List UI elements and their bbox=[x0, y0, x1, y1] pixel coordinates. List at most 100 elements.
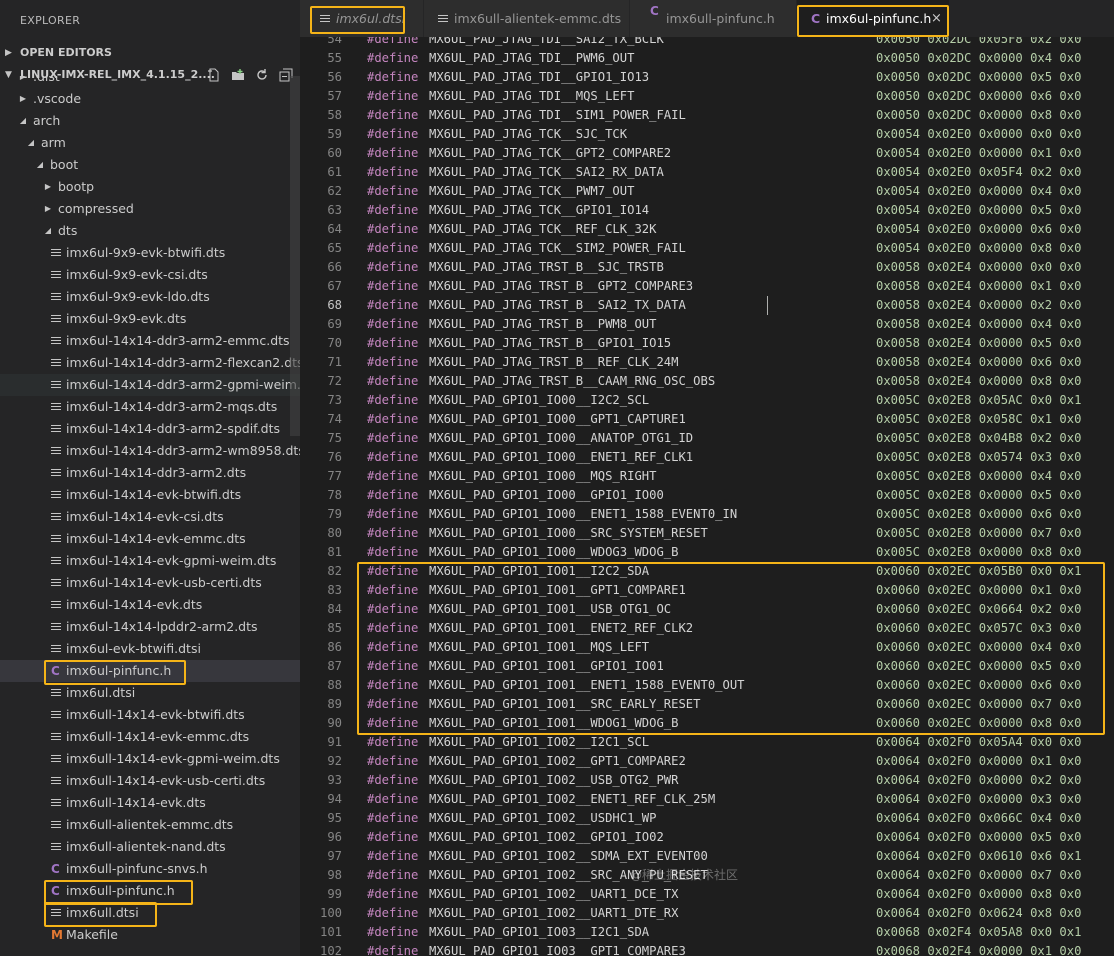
tree-file[interactable]: imx6ull-14x14-evk-usb-certi.dts bbox=[0, 770, 300, 792]
tree-file[interactable]: imx6ul-14x14-ddr3-arm2-gpmi-weim.... bbox=[0, 374, 300, 396]
code-line[interactable]: 88 #define MX6UL_PAD_GPIO1_IO01__ENET1_158… bbox=[300, 676, 1114, 695]
code-line[interactable]: 61 #define MX6UL_PAD_JTAG_TCK__SAI2_RX_DAT… bbox=[300, 163, 1114, 182]
tree-folder[interactable]: ▶ .vscode bbox=[0, 88, 300, 110]
code-line[interactable]: 83 #define MX6UL_PAD_GPIO1_IO01__GPT1_COMP… bbox=[300, 581, 1114, 600]
tree-file[interactable]: imx6ul-14x14-evk-emmc.dts bbox=[0, 528, 300, 550]
code-line[interactable]: 79 #define MX6UL_PAD_GPIO1_IO00__ENET1_158… bbox=[300, 505, 1114, 524]
tree-file[interactable]: imx6ul-14x14-ddr3-arm2.dts bbox=[0, 462, 300, 484]
tab-imx6ul-dtsi[interactable]: imx6ul.dtsi bbox=[300, 0, 423, 37]
tree-folder[interactable]: ◢ arm bbox=[0, 132, 300, 154]
code-line[interactable]: 78 #define MX6UL_PAD_GPIO1_IO00__GPIO1_IO0… bbox=[300, 486, 1114, 505]
code-line[interactable]: 93 #define MX6UL_PAD_GPIO1_IO02__USB_OTG2_… bbox=[300, 771, 1114, 790]
tree-file[interactable]: Cimx6ul-pinfunc.h bbox=[0, 660, 300, 682]
tree-file[interactable]: imx6ull-14x14-evk-gpmi-weim.dts bbox=[0, 748, 300, 770]
code-line[interactable]: 60 #define MX6UL_PAD_JTAG_TCK__GPT2_COMPAR… bbox=[300, 144, 1114, 163]
code-line[interactable]: 55 #define MX6UL_PAD_JTAG_TDI__PWM6_OUT 0x0… bbox=[300, 49, 1114, 68]
tree-file[interactable]: imx6ull-alientek-emmc.dts bbox=[0, 814, 300, 836]
code-line[interactable]: 82 #define MX6UL_PAD_GPIO1_IO01__I2C2_SDA 0… bbox=[300, 562, 1114, 581]
code-line[interactable]: 96 #define MX6UL_PAD_GPIO1_IO02__GPIO1_IO0… bbox=[300, 828, 1114, 847]
tree-item-label: imx6ul-14x14-ddr3-arm2-gpmi-weim.... bbox=[66, 377, 300, 392]
sidebar-scrollbar[interactable] bbox=[290, 76, 300, 436]
tab-imx6ul-pinfunc[interactable]: C imx6ul-pinfunc.h × bbox=[797, 0, 949, 37]
code-line[interactable]: 101 #define MX6UL_PAD_GPIO1_IO03__I2C1_SDA… bbox=[300, 923, 1114, 942]
tree-file[interactable]: imx6ul-14x14-evk-gpmi-weim.dts bbox=[0, 550, 300, 572]
code-line[interactable]: 57 #define MX6UL_PAD_JTAG_TDI__MQS_LEFT 0x0… bbox=[300, 87, 1114, 106]
tree-file[interactable]: Cimx6ull-pinfunc.h bbox=[0, 880, 300, 902]
code-line[interactable]: 77 #define MX6UL_PAD_GPIO1_IO00__MQS_RIGHT… bbox=[300, 467, 1114, 486]
code-line[interactable]: 56 #define MX6UL_PAD_JTAG_TDI__GPIO1_IO13 0… bbox=[300, 68, 1114, 87]
code-line[interactable]: 58 #define MX6UL_PAD_JTAG_TDI__SIM1_POWER_… bbox=[300, 106, 1114, 125]
tree-file[interactable]: imx6ul-14x14-ddr3-arm2-wm8958.dts bbox=[0, 440, 300, 462]
tree-file[interactable]: imx6ul-14x14-ddr3-arm2-spdif.dts bbox=[0, 418, 300, 440]
tab-imx6ull-alientek-emmc[interactable]: imx6ull-alientek-emmc.dts bbox=[424, 0, 629, 37]
code-line[interactable]: 62 #define MX6UL_PAD_JTAG_TCK__PWM7_OUT 0x0… bbox=[300, 182, 1114, 201]
code-line[interactable]: 95 #define MX6UL_PAD_GPIO1_IO02__USDHC1_WP… bbox=[300, 809, 1114, 828]
code-line[interactable]: 63 #define MX6UL_PAD_JTAG_TCK__GPIO1_IO14 0… bbox=[300, 201, 1114, 220]
tree-file[interactable]: imx6ull-14x14-evk.dts bbox=[0, 792, 300, 814]
code-line[interactable]: 67 #define MX6UL_PAD_JTAG_TRST_B__GPT2_COM… bbox=[300, 277, 1114, 296]
code-line[interactable]: 84 #define MX6UL_PAD_GPIO1_IO01__USB_OTG1_… bbox=[300, 600, 1114, 619]
code-line[interactable]: 68 #define MX6UL_PAD_JTAG_TRST_B__SAI2_TX_… bbox=[300, 296, 1114, 315]
tree-file[interactable]: imx6ull-14x14-evk-emmc.dts bbox=[0, 726, 300, 748]
tree-file[interactable]: imx6ul-14x14-evk-usb-certi.dts bbox=[0, 572, 300, 594]
code-line[interactable]: 64 #define MX6UL_PAD_JTAG_TCK__REF_CLK_32K… bbox=[300, 220, 1114, 239]
tree-file[interactable]: imx6ul-14x14-ddr3-arm2-flexcan2.dts bbox=[0, 352, 300, 374]
tree-file[interactable]: imx6ul-14x14-ddr3-arm2-emmc.dts bbox=[0, 330, 300, 352]
code-line[interactable]: 86 #define MX6UL_PAD_GPIO1_IO01__MQS_LEFT 0… bbox=[300, 638, 1114, 657]
code-line[interactable]: 102 #define MX6UL_PAD_GPIO1_IO03__GPT1_COM… bbox=[300, 942, 1114, 956]
tree-folder[interactable]: ◢ boot bbox=[0, 154, 300, 176]
code-line[interactable]: 66 #define MX6UL_PAD_JTAG_TRST_B__SJC_TRST… bbox=[300, 258, 1114, 277]
tree-file[interactable]: imx6ull-14x14-evk-btwifi.dts bbox=[0, 704, 300, 726]
tree-file[interactable]: imx6ul.dtsi bbox=[0, 682, 300, 704]
tree-file[interactable]: imx6ul-14x14-evk-btwifi.dts bbox=[0, 484, 300, 506]
code-line[interactable]: 70 #define MX6UL_PAD_JTAG_TRST_B__GPIO1_IO… bbox=[300, 334, 1114, 353]
tab-imx6ull-pinfunc[interactable]: C imx6ull-pinfunc.h bbox=[630, 0, 796, 37]
open-editors-section[interactable]: ▶ OPEN EDITORS bbox=[0, 42, 300, 64]
tree-file[interactable]: M Makefile bbox=[0, 924, 300, 946]
tree-file[interactable]: imx6ul-14x14-ddr3-arm2-mqs.dts bbox=[0, 396, 300, 418]
tree-folder[interactable]: ◢ dts bbox=[0, 220, 300, 242]
close-icon[interactable]: × bbox=[931, 0, 942, 37]
code-line[interactable]: 99 #define MX6UL_PAD_GPIO1_IO02__UART1_DCE… bbox=[300, 885, 1114, 904]
code-line[interactable]: 92 #define MX6UL_PAD_GPIO1_IO02__GPT1_COMP… bbox=[300, 752, 1114, 771]
tree-file[interactable]: imx6ul-9x9-evk-ldo.dts bbox=[0, 286, 300, 308]
code-line[interactable]: 94 #define MX6UL_PAD_GPIO1_IO02__ENET1_REF… bbox=[300, 790, 1114, 809]
code-line[interactable]: 85 #define MX6UL_PAD_GPIO1_IO01__ENET2_REF… bbox=[300, 619, 1114, 638]
code-line[interactable]: 81 #define MX6UL_PAD_GPIO1_IO00__WDOG3_WDO… bbox=[300, 543, 1114, 562]
tree-folder[interactable]: ▶ compressed bbox=[0, 198, 300, 220]
tree-folder[interactable]: ▶ bootp bbox=[0, 176, 300, 198]
tree-file[interactable]: imx6ul-9x9-evk-csi.dts bbox=[0, 264, 300, 286]
tree-file[interactable]: Cimx6ull-pinfunc-snvs.h bbox=[0, 858, 300, 880]
code-line[interactable]: 91 #define MX6UL_PAD_GPIO1_IO02__I2C1_SCL 0… bbox=[300, 733, 1114, 752]
code-line[interactable]: 74 #define MX6UL_PAD_GPIO1_IO00__GPT1_CAPT… bbox=[300, 410, 1114, 429]
tree-file[interactable]: imx6ul-9x9-evk-btwifi.dts bbox=[0, 242, 300, 264]
define-keyword: #define bbox=[367, 70, 419, 84]
macro-values: 0x0064 0x02F0 0x0000 0x1 0x0 bbox=[876, 754, 1082, 768]
code-line[interactable]: 100 #define MX6UL_PAD_GPIO1_IO02__UART1_DT… bbox=[300, 904, 1114, 923]
code-line[interactable]: 54 #define MX6UL_PAD_JTAG_TDI__SAI2_TX_BCL… bbox=[300, 37, 1114, 49]
tree-folder[interactable]: ▶ .dist bbox=[0, 76, 300, 88]
code-line[interactable]: 59 #define MX6UL_PAD_JTAG_TCK__SJC_TCK 0x00… bbox=[300, 125, 1114, 144]
code-line[interactable]: 76 #define MX6UL_PAD_GPIO1_IO00__ENET1_REF… bbox=[300, 448, 1114, 467]
code-line[interactable]: 72 #define MX6UL_PAD_JTAG_TRST_B__CAAM_RNG… bbox=[300, 372, 1114, 391]
code-line[interactable]: 65 #define MX6UL_PAD_JTAG_TCK__SIM2_POWER_… bbox=[300, 239, 1114, 258]
code-line[interactable]: 89 #define MX6UL_PAD_GPIO1_IO01__SRC_EARLY… bbox=[300, 695, 1114, 714]
code-line[interactable]: 69 #define MX6UL_PAD_JTAG_TRST_B__PWM8_OUT… bbox=[300, 315, 1114, 334]
code-line[interactable]: 80 #define MX6UL_PAD_GPIO1_IO00__SRC_SYSTE… bbox=[300, 524, 1114, 543]
tree-file[interactable]: imx6ull.dtsi bbox=[0, 902, 300, 924]
code-line[interactable]: 90 #define MX6UL_PAD_GPIO1_IO01__WDOG1_WDO… bbox=[300, 714, 1114, 733]
tree-file[interactable]: imx6ull-alientek-nand.dts bbox=[0, 836, 300, 858]
code-line[interactable]: 73 #define MX6UL_PAD_GPIO1_IO00__I2C2_SCL 0… bbox=[300, 391, 1114, 410]
tree-file[interactable]: imx6ul-9x9-evk.dts bbox=[0, 308, 300, 330]
tree-file[interactable]: imx6ul-14x14-evk.dts bbox=[0, 594, 300, 616]
file-lines-icon bbox=[438, 13, 448, 24]
code-line[interactable]: 87 #define MX6UL_PAD_GPIO1_IO01__GPIO1_IO0… bbox=[300, 657, 1114, 676]
code-editor[interactable]: 54 #define MX6UL_PAD_JTAG_TDI__SAI2_TX_BCL… bbox=[300, 37, 1114, 956]
tree-file[interactable]: imx6ul-14x14-lpddr2-arm2.dts bbox=[0, 616, 300, 638]
tree-folder[interactable]: ◢ arch bbox=[0, 110, 300, 132]
code-line[interactable]: 75 #define MX6UL_PAD_GPIO1_IO00__ANATOP_OT… bbox=[300, 429, 1114, 448]
tree-file[interactable]: imx6ul-evk-btwifi.dtsi bbox=[0, 638, 300, 660]
code-line[interactable]: 71 #define MX6UL_PAD_JTAG_TRST_B__REF_CLK_… bbox=[300, 353, 1114, 372]
tree-file[interactable]: imx6ul-14x14-evk-csi.dts bbox=[0, 506, 300, 528]
code-line[interactable]: 97 #define MX6UL_PAD_GPIO1_IO02__SDMA_EXT_… bbox=[300, 847, 1114, 866]
